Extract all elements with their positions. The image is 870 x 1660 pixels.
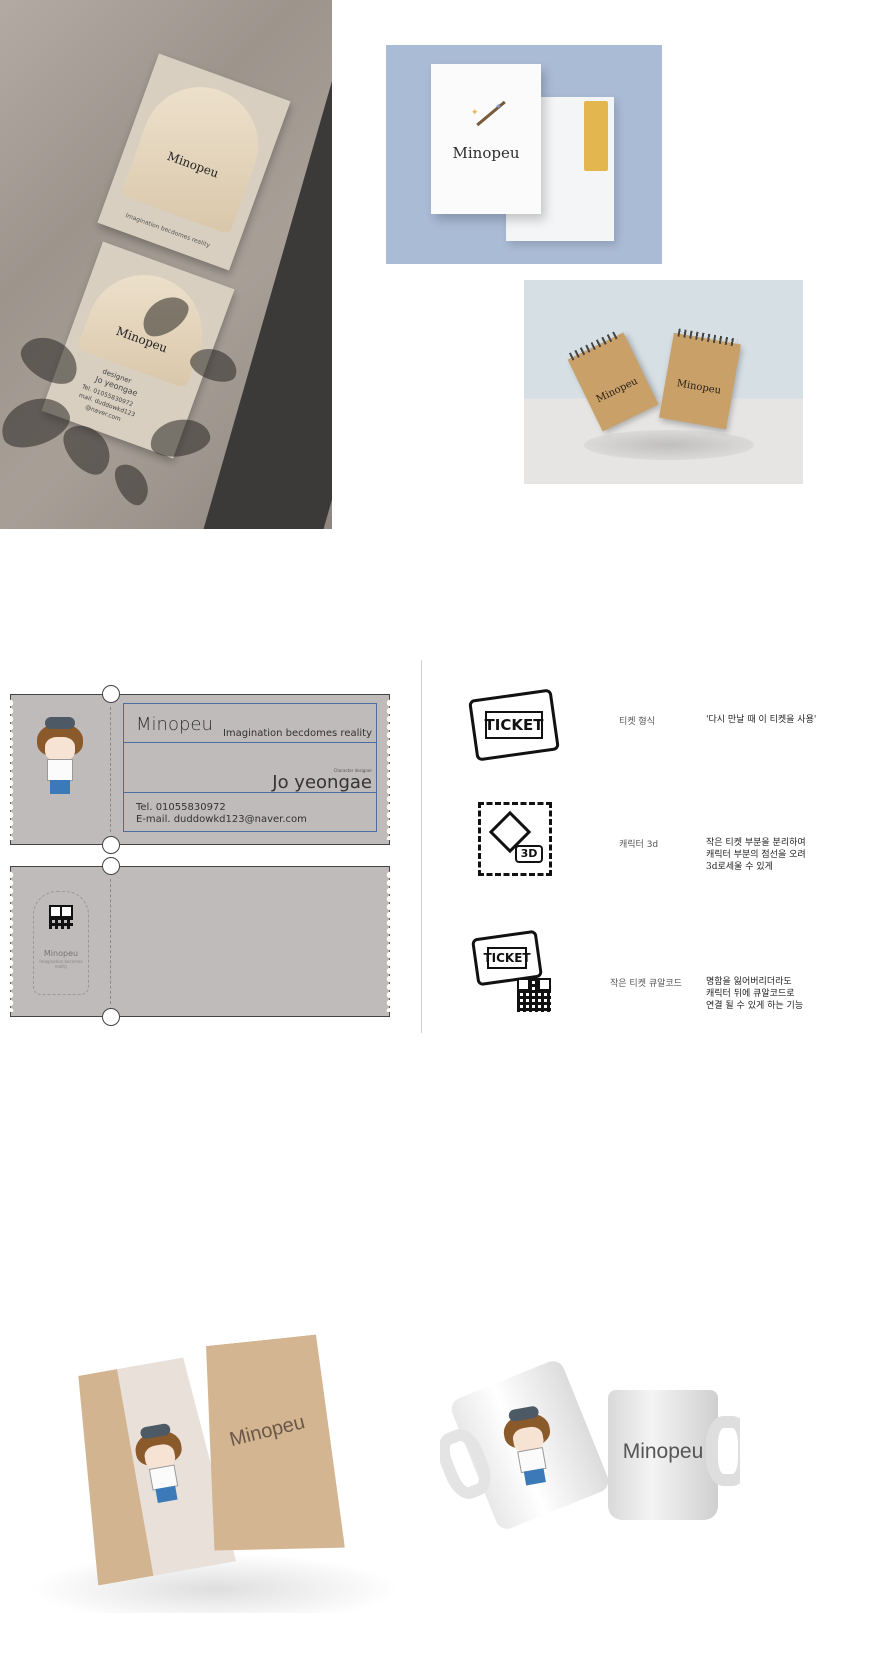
spiral-rings bbox=[569, 329, 622, 361]
ticket-back-brand: Minopeu bbox=[43, 949, 79, 958]
pouch-mockup: Minopeu bbox=[9, 1330, 400, 1613]
character-illustration bbox=[37, 715, 83, 797]
qr-code-icon bbox=[517, 978, 551, 1012]
ticket-back-tagline: Imagination becomes reality bbox=[39, 959, 83, 969]
legend-label-3d: 캐릭터 3d bbox=[619, 840, 659, 850]
mug-with-character bbox=[440, 1360, 612, 1533]
mug-mockup: Minopeu bbox=[440, 1360, 740, 1560]
leaf-shadow bbox=[108, 457, 156, 511]
envelope-seal bbox=[584, 101, 608, 171]
floor-shadow bbox=[584, 430, 754, 460]
ticket-brand: Minopeu bbox=[136, 714, 213, 735]
pouch-with-logo: Minopeu bbox=[193, 1334, 345, 1561]
ticket-name: Jo yeongae bbox=[272, 772, 372, 793]
notebook-mockup: Minopeu Minopeu bbox=[524, 280, 803, 484]
ticket-notch bbox=[102, 685, 120, 703]
ticket-icon-text: TICKET bbox=[485, 711, 543, 739]
legend-desc-ticket: '다시 만날 때 이 티켓을 사용' bbox=[706, 715, 817, 725]
business-card-mockup: Minopeu Imagination becdomes reality Min… bbox=[0, 0, 332, 529]
perforation-line bbox=[110, 707, 111, 832]
sparkle-icon: ✦ bbox=[471, 108, 479, 118]
mug-handle bbox=[440, 1423, 498, 1505]
cube-3d-icon: 3D bbox=[478, 802, 552, 876]
envelope-mockup: ✦ ✦ Minopeu bbox=[386, 45, 662, 264]
letter-brand: Minopeu bbox=[452, 144, 520, 162]
ticket-notch bbox=[102, 1008, 120, 1026]
badge-3d: 3D bbox=[515, 845, 543, 863]
ticket-icon: TICKET bbox=[468, 688, 560, 762]
character-illustration bbox=[500, 1402, 560, 1491]
ticket-tel: Tel. 01055830972 bbox=[136, 802, 226, 813]
ticket-back: Minopeu Imagination becomes reality bbox=[10, 857, 390, 1026]
business-card-front: Minopeu Imagination becdomes reality bbox=[97, 53, 291, 271]
ticket-notch bbox=[102, 836, 120, 854]
notebook-left-label: Minopeu bbox=[594, 375, 640, 406]
letter-paper: ✦ ✦ Minopeu bbox=[431, 64, 541, 214]
ticket-qr-icon-text: TICKET bbox=[483, 947, 531, 969]
perforation-line bbox=[110, 879, 111, 1004]
ticket-email: E-mail. duddowkd123@naver.com bbox=[136, 814, 307, 825]
qr-code-icon bbox=[49, 905, 73, 929]
ticket-frame: Minopeu Imagination becdomes reality Cha… bbox=[123, 703, 377, 832]
legend-label-ticket: 티켓 형식 bbox=[619, 717, 655, 727]
mug-with-logo: Minopeu bbox=[608, 1390, 740, 1520]
legend-label-qr: 작은 티켓 큐알코드 bbox=[610, 979, 682, 989]
spiral-rings bbox=[677, 328, 738, 347]
notebook-right: Minopeu bbox=[659, 328, 741, 430]
frame-divider bbox=[124, 742, 376, 743]
character-illustration bbox=[131, 1419, 191, 1508]
notebook-right-label: Minopeu bbox=[675, 378, 722, 397]
pouch-brand: Minopeu bbox=[227, 1411, 308, 1452]
mug-brand: Minopeu bbox=[622, 1440, 704, 1463]
legend-desc-qr: 명함을 잃어버리더라도 캐릭터 뒤에 큐알코드로 연결 될 수 있게 하는 기능 bbox=[706, 977, 804, 1011]
section-divider bbox=[421, 660, 422, 1033]
ticket-front: Minopeu Imagination becdomes reality Cha… bbox=[10, 685, 390, 854]
notebook-left: Minopeu bbox=[567, 329, 659, 432]
ticket-tagline: Imagination becdomes reality bbox=[222, 728, 372, 739]
legend-desc-3d: 작은 티켓 부분을 분리하여 캐릭터 부분의 점선을 오려 3d로세울 수 있게 bbox=[706, 838, 806, 872]
ticket-notch bbox=[102, 857, 120, 875]
sparkle-icon: ✦ bbox=[495, 102, 502, 111]
